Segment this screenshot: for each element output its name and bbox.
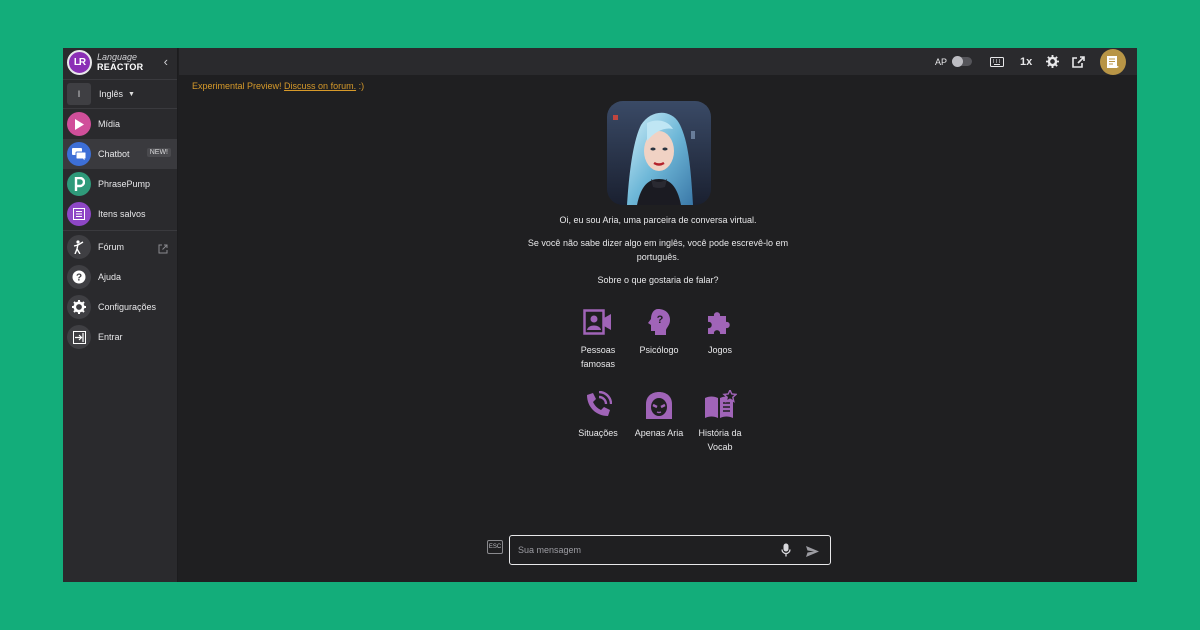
topic-historia-da-vocab[interactable]: História da Vocab	[685, 388, 755, 454]
head-question-icon: ?	[624, 305, 694, 339]
hint-line2: português.	[636, 252, 680, 262]
sidebar-item-phrasepump[interactable]: PhrasePump	[63, 169, 177, 199]
sidebar-item-entrar[interactable]: Entrar	[63, 322, 177, 352]
sidebar-item-configuracoes[interactable]: Configurações	[63, 292, 177, 322]
topic-label: Situações	[578, 428, 618, 438]
top-toolbar: AP 1x	[179, 48, 1137, 75]
sidebar-item-label: Mídia	[98, 119, 121, 129]
divider	[63, 230, 177, 231]
logo-line1: Language	[97, 52, 138, 62]
topic-label: Vocab	[707, 442, 733, 452]
user-avatar[interactable]	[1100, 48, 1126, 75]
preview-text: Experimental Preview!	[192, 81, 285, 91]
topic-label: famosas	[580, 359, 615, 369]
language-selector[interactable]: I Inglês ▼	[63, 79, 177, 109]
sidebar-item-label: Configurações	[98, 302, 157, 312]
sidebar-item-label: Itens salvos	[98, 209, 146, 219]
esc-key-badge[interactable]: ESC	[487, 540, 503, 554]
sidebar-item-label: PhrasePump	[98, 179, 151, 189]
language-label: Inglês	[99, 89, 124, 99]
sidebar-item-chatbot[interactable]: Chatbot NEW!	[63, 139, 177, 169]
gear-icon	[67, 295, 91, 319]
intro-message: Oi, eu sou Aria, uma parceira de convers…	[559, 215, 757, 225]
speed-label: 1x	[1020, 55, 1033, 68]
speed-button[interactable]: 1x	[1020, 48, 1032, 75]
topic-label: Psicólogo	[639, 345, 679, 355]
app-window: LR Language REACTOR ‹ I Inglês ▼ Mídia C…	[63, 48, 1137, 582]
topic-psicologo[interactable]: ? Psicólogo	[624, 305, 694, 357]
sidebar-item-label: Ajuda	[98, 272, 122, 282]
logo[interactable]: LR Language REACTOR ‹	[63, 48, 177, 76]
logo-line2: REACTOR	[97, 62, 144, 72]
phone-call-icon	[563, 388, 633, 422]
contact-video-icon	[563, 305, 633, 339]
message-composer	[509, 535, 831, 565]
collapse-sidebar-icon[interactable]: ‹	[164, 54, 168, 69]
share-icon[interactable]	[1072, 48, 1085, 75]
preview-notice: Experimental Preview! Discuss on forum. …	[192, 81, 364, 91]
new-badge: NEW!	[146, 148, 171, 157]
p-icon	[67, 172, 91, 196]
aria-face-icon	[624, 388, 694, 422]
sidebar: LR Language REACTOR ‹ I Inglês ▼ Mídia C…	[63, 48, 178, 582]
book-star-icon	[685, 388, 755, 422]
topic-jogos[interactable]: Jogos	[685, 305, 755, 357]
sidebar-item-label: Chatbot	[98, 149, 130, 159]
discuss-forum-link[interactable]: Discuss on forum.	[284, 81, 356, 91]
caret-down-icon: ▼	[128, 90, 135, 98]
figure-icon	[67, 235, 91, 259]
sidebar-item-label: Fórum	[98, 242, 125, 252]
keyboard-icon[interactable]	[990, 48, 1004, 75]
message-input[interactable]	[518, 543, 768, 557]
chat-area: Experimental Preview! Discuss on forum. …	[179, 75, 1137, 582]
topic-situacoes[interactable]: Situações	[563, 388, 633, 440]
external-link-icon	[158, 241, 168, 259]
help-icon: ?	[67, 265, 91, 289]
sidebar-item-label: Entrar	[98, 332, 123, 342]
autopause-toggle[interactable]: AP	[935, 48, 973, 75]
language-badge: I	[67, 83, 91, 105]
topic-label: Apenas Aria	[634, 428, 684, 438]
chat-icon	[67, 142, 91, 166]
hint-line1: Se você não sabe dizer algo em inglês, v…	[527, 238, 789, 248]
puzzle-icon	[685, 305, 755, 339]
sidebar-item-itens-salvos[interactable]: Itens salvos	[63, 199, 177, 229]
play-icon	[67, 112, 91, 136]
login-icon	[67, 325, 91, 349]
topic-pessoas-famosas[interactable]: Pessoas famosas	[563, 305, 633, 371]
sidebar-item-forum[interactable]: Fórum	[63, 232, 177, 262]
sidebar-item-ajuda[interactable]: ? Ajuda	[63, 262, 177, 292]
sidebar-item-midia[interactable]: Mídia	[63, 109, 177, 139]
list-icon	[67, 202, 91, 226]
settings-gear-icon[interactable]	[1046, 48, 1059, 75]
ap-label: AP	[935, 56, 948, 67]
logo-icon: LR	[67, 49, 92, 75]
topic-question: Sobre o que gostaria de falar?	[597, 275, 719, 285]
topic-label: Jogos	[707, 345, 733, 355]
topic-apenas-aria[interactable]: Apenas Aria	[624, 388, 694, 440]
topic-label: História da	[698, 428, 742, 438]
aria-avatar-image	[607, 101, 711, 205]
toggle-switch[interactable]	[952, 56, 973, 67]
preview-tail: :)	[356, 81, 365, 91]
svg-text:?: ?	[657, 314, 664, 326]
topic-label: Pessoas	[580, 345, 616, 355]
svg-text:?: ?	[76, 273, 82, 284]
microphone-icon[interactable]	[781, 543, 791, 562]
send-icon[interactable]	[806, 544, 819, 562]
